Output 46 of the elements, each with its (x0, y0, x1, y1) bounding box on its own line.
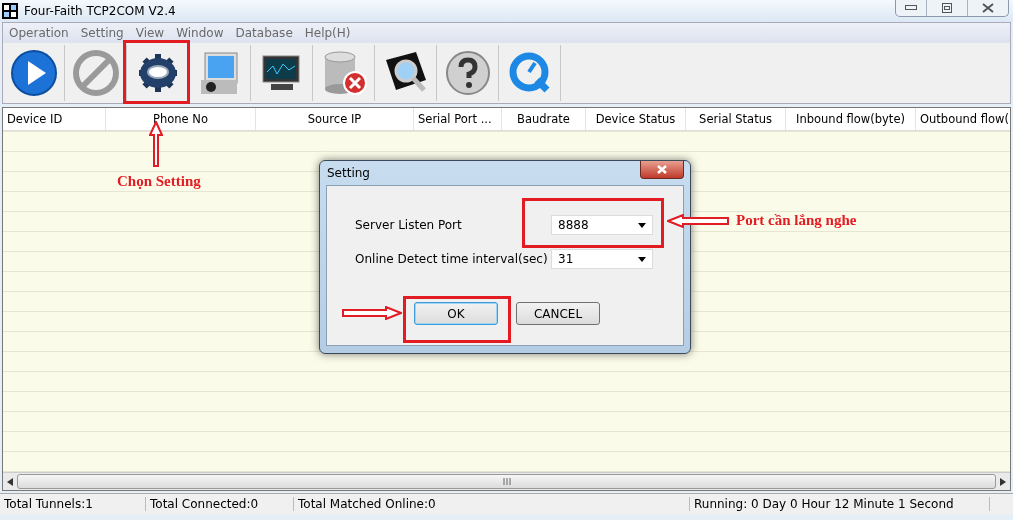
annotation-text: Port cần lắng nghe (736, 212, 857, 229)
column-header[interactable]: Device ID (3, 108, 106, 130)
help-icon (443, 49, 492, 97)
menu-item[interactable]: Help(H) (298, 26, 357, 40)
scroll-right-icon[interactable] (1000, 477, 1006, 486)
menu-item[interactable]: Setting (74, 26, 130, 40)
status-text: Total Tunnels:1 (0, 497, 146, 511)
dialog-button[interactable]: OK (414, 302, 498, 325)
status-text: Running: 0 Day 0 Hour 12 Minute 1 Second (690, 497, 990, 511)
maximize-icon (942, 3, 952, 13)
minimize-icon (905, 5, 917, 11)
dialog-button[interactable]: CANCEL (516, 302, 600, 325)
field-label: Online Detect time interval(sec) (355, 252, 549, 266)
app-logo-icon (2, 3, 18, 19)
close-button[interactable] (640, 161, 684, 179)
column-header[interactable]: Serial Port ... (414, 108, 502, 130)
highlight-frame (123, 40, 190, 104)
annotation-text: Chọn Setting (117, 173, 201, 190)
column-header[interactable]: Source IP (256, 108, 414, 130)
scrollbar-thumb[interactable] (17, 474, 996, 489)
play-icon (9, 49, 58, 97)
combo-box[interactable]: 31 (551, 249, 653, 269)
close-icon (982, 3, 994, 13)
column-header[interactable]: Serial Status (686, 108, 786, 130)
grip-icon (502, 478, 511, 485)
combo-box[interactable]: 8888 (551, 215, 653, 235)
dropdown-icon (638, 222, 646, 228)
menu-item[interactable]: View (129, 26, 171, 40)
prohibited-icon (71, 49, 120, 97)
close-icon (657, 165, 667, 174)
window-title: Four-Faith TCP2COM V2.4 (24, 4, 176, 18)
column-header[interactable]: Device Status (586, 108, 686, 130)
right-arrow (342, 306, 402, 320)
column-header[interactable]: Outbound flow( (916, 108, 1013, 130)
status-text: Total Matched Online:0 (294, 497, 690, 511)
status-text: Total Connected:0 (146, 497, 294, 511)
scroll-left-icon[interactable] (7, 477, 13, 486)
menu-item[interactable]: Operation (3, 26, 75, 40)
menu-item[interactable]: Database (229, 26, 299, 40)
dropdown-icon (638, 256, 646, 262)
field-label: Server Listen Port (355, 218, 463, 232)
column-header[interactable]: Inbound flow(byte) (786, 108, 916, 130)
menu-item[interactable]: Window (170, 26, 230, 40)
column-header[interactable]: Baudrate (502, 108, 586, 130)
left-arrow (667, 214, 729, 228)
dialog-title: Setting (327, 166, 370, 180)
